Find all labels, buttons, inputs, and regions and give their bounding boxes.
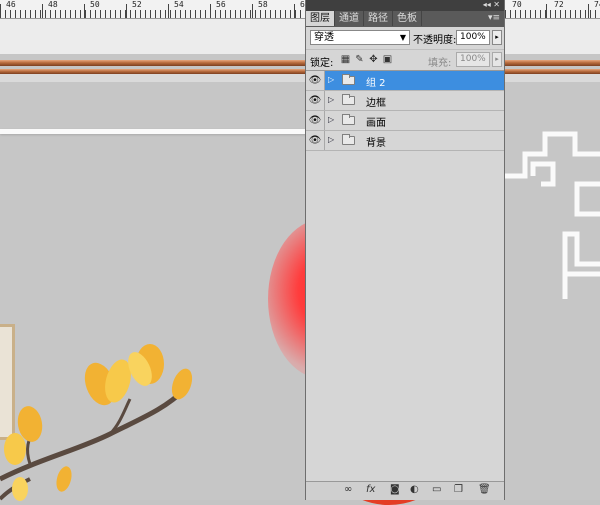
ruler-label: 46 — [6, 0, 16, 9]
lock-fill-row: 锁定: ▦ ✎ ✥ ▣ 填充: 100% ▸ — [306, 50, 504, 71]
opacity-input[interactable]: 100% — [456, 30, 490, 45]
lock-pixels-brush-icon[interactable]: ✎ — [354, 54, 365, 65]
folder-icon — [342, 94, 355, 105]
folder-icon — [342, 74, 355, 85]
layer-row-border[interactable]: 👁 ▷ 边框 — [306, 91, 504, 111]
layer-row-background[interactable]: 👁 ▷ 背景 — [306, 131, 504, 151]
panel-title-bar[interactable]: ◂◂ ✕ — [306, 0, 504, 11]
new-layer-icon[interactable]: ❐ — [454, 484, 463, 495]
ruler-label: 48 — [48, 0, 58, 9]
visibility-eye-icon[interactable]: 👁 — [306, 71, 325, 90]
layer-name: 组 2 — [366, 78, 386, 89]
expand-triangle-icon[interactable]: ▷ — [328, 135, 334, 144]
layers-panel: ◂◂ ✕ 图层 通道 路径 色板 ▾≡ 穿透 ▼ 不透明度: 100% ▸ 锁定… — [305, 0, 505, 500]
mask-icon[interactable]: ◙ — [390, 484, 400, 495]
horizontal-ruler: 46 48 50 52 54 56 58 60 70 72 74 — [0, 0, 600, 19]
opacity-slider-button[interactable]: ▸ — [492, 30, 502, 45]
ruler-label: 74 — [594, 0, 600, 9]
white-border-line — [0, 129, 310, 134]
panel-collapse-close-icon[interactable]: ◂◂ ✕ — [483, 0, 500, 9]
tab-paths[interactable]: 路径 — [364, 11, 393, 26]
tab-swatches[interactable]: 色板 — [393, 11, 422, 26]
fill-input[interactable]: 100% — [456, 52, 490, 67]
blend-opacity-row: 穿透 ▼ 不透明度: 100% ▸ — [306, 27, 504, 50]
ruler-label: 58 — [258, 0, 268, 9]
lock-all-icon[interactable]: ▣ — [382, 54, 393, 65]
canvas-mid-band — [0, 74, 600, 82]
lock-position-move-icon[interactable]: ✥ — [368, 54, 379, 65]
ruler-label: 72 — [554, 0, 564, 9]
ruler-label: 50 — [90, 0, 100, 9]
layer-name: 画面 — [366, 118, 386, 129]
tab-channels[interactable]: 通道 — [335, 11, 364, 26]
visibility-eye-icon[interactable]: 👁 — [306, 111, 325, 130]
lattice-ornament — [505, 131, 600, 299]
fill-label: 填充: — [428, 58, 452, 69]
panel-menu-icon[interactable]: ▾≡ — [488, 13, 500, 23]
adjustment-icon[interactable]: ◐ — [410, 484, 419, 495]
blend-mode-select[interactable]: 穿透 ▼ — [310, 30, 410, 45]
trash-icon[interactable]: 🗑 — [478, 484, 491, 495]
tab-layers[interactable]: 图层 — [306, 11, 335, 26]
panel-bottom-toolbar: ∞ fx ◙ ◐ ▭ ❐ 🗑 — [306, 481, 504, 500]
layer-name: 背景 — [366, 138, 386, 149]
visibility-eye-icon[interactable]: 👁 — [306, 91, 325, 110]
layer-row-group-2[interactable]: 👁 ▷ 组 2 — [306, 71, 504, 91]
lock-transparency-icon[interactable]: ▦ — [340, 54, 351, 65]
document-canvas[interactable]: 局 部 放 大 — [0, 19, 600, 505]
lock-label: 锁定: — [310, 58, 334, 69]
link-icon[interactable]: ∞ — [344, 484, 352, 495]
ruler-label: 70 — [512, 0, 522, 9]
blend-mode-value: 穿透 — [314, 32, 334, 43]
layer-row-picture[interactable]: 👁 ▷ 画面 — [306, 111, 504, 131]
visibility-eye-icon[interactable]: 👁 — [306, 131, 325, 150]
copper-stripe — [0, 60, 600, 66]
canvas-top-band — [0, 19, 600, 54]
panel-tabs: 图层 通道 路径 色板 ▾≡ — [306, 11, 504, 27]
fx-icon[interactable]: fx — [366, 484, 375, 495]
fill-slider-button[interactable]: ▸ — [492, 52, 502, 67]
expand-triangle-icon[interactable]: ▷ — [328, 115, 334, 124]
chevron-down-icon: ▼ — [399, 33, 406, 42]
magnolia-branch — [0, 344, 193, 501]
folder-icon — [342, 134, 355, 145]
folder-icon — [342, 114, 355, 125]
layer-name: 边框 — [366, 98, 386, 109]
ruler-label: 56 — [216, 0, 226, 9]
ruler-label: 52 — [132, 0, 142, 9]
new-group-icon[interactable]: ▭ — [432, 484, 441, 495]
opacity-label: 不透明度: — [413, 35, 457, 46]
ruler-label: 54 — [174, 0, 184, 9]
expand-triangle-icon[interactable]: ▷ — [328, 75, 334, 84]
expand-triangle-icon[interactable]: ▷ — [328, 95, 334, 104]
